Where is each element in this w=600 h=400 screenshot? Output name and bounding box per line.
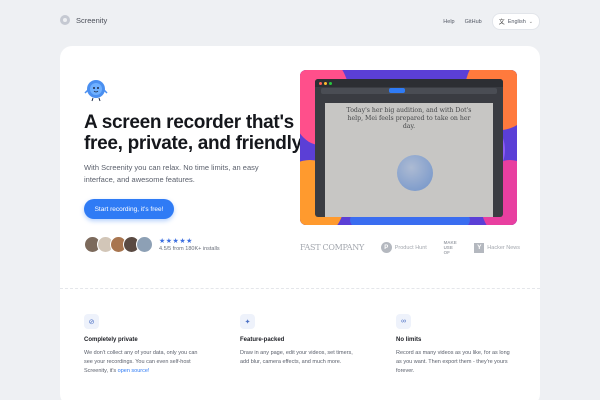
browser-window: Today's her big audition, and with Dot's… (315, 79, 503, 217)
document-page: Today's her big audition, and with Dot's… (325, 103, 493, 217)
start-recording-button[interactable]: Start recording, it's free! (84, 199, 174, 219)
producthunt-icon: P (380, 242, 392, 253)
rating: ★★★★★ 4.5/5 from 180K+ installs (159, 237, 220, 252)
hackernews-icon: Y (474, 242, 485, 253)
feature-description: Draw in any page, edit your videos, set … (240, 350, 353, 365)
hero-card: A screen recorder that's free, private, … (60, 46, 540, 400)
top-nav: Screenity Help GitHub 文 English ⌄ (0, 0, 600, 44)
screenity-logo-icon (60, 15, 70, 25)
blur-overlay (325, 103, 493, 217)
hackernews-label: Hacker News (487, 244, 520, 251)
press-logos: FAST COMPANY P Product Hunt MAKE USE OF … (300, 240, 520, 255)
nav-github-link[interactable]: GitHub (465, 19, 482, 25)
fastcompany-logo: FAST COMPANY (300, 243, 364, 252)
hero-headline: A screen recorder that's free, private, … (84, 112, 302, 154)
sparkle-icon: ✦ (240, 314, 255, 329)
translate-icon: 文 (498, 20, 505, 26)
feature-description: Record as many videos as you like, for a… (396, 350, 510, 374)
feature-packed: ✦ Feature-packed Draw in any page, edit … (240, 314, 360, 367)
social-proof: ★★★★★ 4.5/5 from 180K+ installs (84, 236, 220, 253)
feature-title: No limits (396, 337, 422, 343)
browser-urlbar (321, 88, 497, 94)
feature-title: Feature-packed (240, 337, 285, 343)
feature-no-limits: ∞ No limits Record as many videos as you… (396, 314, 516, 376)
hero-subtext: With Screenity you can relax. No time li… (84, 163, 259, 184)
mascot-icon (84, 80, 108, 102)
nav-links: Help GitHub 文 English ⌄ (443, 13, 540, 30)
star-rating-icon: ★★★★★ (159, 238, 193, 245)
makeuseof-logo: MAKE USE OF (443, 240, 457, 255)
producthunt-label: Product Hunt (394, 244, 427, 251)
feature-description: We don't collect any of your data, only … (84, 350, 198, 374)
feature-title: Completely private (84, 337, 138, 343)
avatar (136, 236, 153, 253)
open-source-link[interactable]: open source! (118, 368, 150, 374)
infinity-icon: ∞ (396, 314, 411, 329)
producthunt-logo: P Product Hunt (380, 242, 427, 253)
record-badge (389, 88, 405, 93)
user-avatars (84, 236, 153, 253)
language-selector[interactable]: 文 English ⌄ (491, 13, 540, 30)
product-preview-image: Today's her big audition, and with Dot's… (300, 70, 517, 225)
brand-name: Screenity (76, 15, 108, 25)
nav-help-link[interactable]: Help (443, 19, 454, 25)
hackernews-logo: Y Hacker News (474, 242, 520, 253)
rating-text: 4.5/5 from 180K+ installs (159, 246, 220, 252)
section-divider (60, 288, 540, 289)
language-label: English (507, 18, 526, 25)
brand[interactable]: Screenity (60, 15, 107, 25)
feature-private: ⊘ Completely private We don't collect an… (84, 314, 204, 376)
chevron-down-icon: ⌄ (528, 18, 533, 25)
browser-titlebar (315, 79, 503, 87)
eye-off-icon: ⊘ (84, 314, 99, 329)
